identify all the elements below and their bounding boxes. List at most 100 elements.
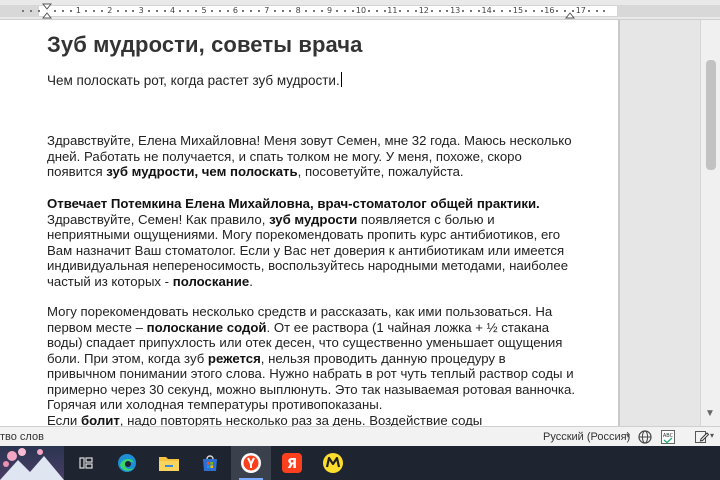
ruler-tick <box>469 10 472 12</box>
ruler-number: 3 <box>138 6 144 15</box>
horizontal-ruler[interactable]: 1 2 3 4 5 6 7 8 9 10 11 12 13 14 15 16 17 <box>0 0 720 20</box>
ruler-number: 12 <box>418 6 429 15</box>
ruler-number: 5 <box>201 6 207 15</box>
ruler-tick <box>179 10 182 12</box>
ruler-tick <box>375 10 378 12</box>
ruler-tick <box>493 10 496 12</box>
ruler-number: 6 <box>232 6 238 15</box>
chevron-down-icon[interactable]: ▾ <box>710 431 714 440</box>
edge-browser-icon <box>118 454 136 472</box>
ruler-tick <box>289 10 292 12</box>
ruler-tick <box>100 10 103 12</box>
ruler-number: 2 <box>107 6 113 15</box>
ruler-number: 14 <box>481 6 492 15</box>
ruler-tick <box>352 10 355 12</box>
document-heading: Зуб мудрости, советы врача <box>47 32 363 57</box>
spellcheck-icon[interactable]: ABC <box>660 429 676 445</box>
first-line-indent-marker[interactable] <box>42 3 52 19</box>
chevron-down-icon[interactable]: ▾ <box>626 431 630 440</box>
document-area[interactable]: Зуб мудрости, советы врача Чем полоскать… <box>0 20 700 426</box>
paragraph-question: Здравствуйте, Елена Михайловна! Меня зов… <box>47 133 577 180</box>
word-count[interactable]: тво слов <box>0 431 44 443</box>
text-run: Здравствуйте, Семен! Как правило, <box>47 211 270 227</box>
edge-browser-button[interactable] <box>107 446 147 480</box>
ruler-tick <box>93 10 96 12</box>
ruler-tick <box>501 10 504 12</box>
ruler-number: 1 <box>75 6 81 15</box>
ruler-tick <box>22 10 25 12</box>
edit-mode-icon[interactable] <box>694 429 710 445</box>
scrollbar-thumb[interactable] <box>706 60 716 170</box>
yandex-market-button[interactable] <box>313 446 353 480</box>
yandex-market-icon <box>323 453 343 473</box>
ruler-tick <box>414 10 417 12</box>
ruler-tick <box>116 10 119 12</box>
bold-text-run: зуб мудрости, чем полоскать <box>106 164 298 179</box>
ruler-number: 7 <box>264 6 270 15</box>
text-run: , посоветуйте, пожалуйста. <box>297 164 464 179</box>
ruler-tick <box>53 10 56 12</box>
document-page[interactable]: Зуб мудрости, советы врача Чем полоскать… <box>0 20 618 426</box>
ruler-right-margin <box>618 5 720 17</box>
task-view-icon <box>79 457 93 469</box>
ruler-tick <box>195 10 198 12</box>
ruler-tick <box>61 10 64 12</box>
ruler-tick <box>438 10 441 12</box>
ruler-tick <box>430 10 433 12</box>
ruler-tick <box>312 10 315 12</box>
ruler-tick <box>462 10 465 12</box>
ruler-left-margin <box>0 5 38 17</box>
ruler-tick <box>124 10 127 12</box>
start-button[interactable] <box>0 446 64 480</box>
file-explorer-button[interactable] <box>149 446 189 480</box>
ruler-tick <box>187 10 190 12</box>
ruler-tick <box>595 10 598 12</box>
ruler-tick <box>69 10 72 12</box>
right-indent-marker[interactable] <box>565 3 575 19</box>
bold-text-run: болит <box>80 412 120 427</box>
document-subheading-text: Чем полоскать рот, когда растет зуб мудр… <box>47 73 340 88</box>
language-selector[interactable]: Русский (Россия) <box>543 431 630 443</box>
yandex-button[interactable]: Я <box>272 446 312 480</box>
ruler-tick <box>218 10 221 12</box>
ruler-tick <box>273 10 276 12</box>
ruler-tick <box>367 10 370 12</box>
ruler-number: 4 <box>170 6 176 15</box>
ruler-tick <box>532 10 535 12</box>
ruler-tick <box>320 10 323 12</box>
ruler-tick <box>148 10 151 12</box>
ruler-tick <box>210 10 213 12</box>
ruler-number: 10 <box>355 6 367 15</box>
status-bar: тво слов Русский (Россия) ▾ ABC ▾ <box>0 426 720 446</box>
ruler-tick <box>226 10 229 12</box>
vertical-scrollbar[interactable]: ▼ <box>700 20 720 426</box>
ruler-tick <box>540 10 543 12</box>
task-view-button[interactable] <box>66 446 106 480</box>
ruler-tick <box>477 10 480 12</box>
microsoft-store-icon <box>203 455 217 471</box>
word-processor-window: 1 2 3 4 5 6 7 8 9 10 11 12 13 14 15 16 17 Зуб мудрости, … <box>0 0 720 480</box>
yandex-browser-icon <box>241 453 261 473</box>
yandex-icon: Я <box>282 453 302 473</box>
text-run: . <box>249 273 253 289</box>
paragraph-answer: Отвечает Потемкина Елена Михайловна, вра… <box>47 196 577 289</box>
yandex-browser-button[interactable] <box>231 446 271 480</box>
ruler-tick <box>336 10 339 12</box>
text-run: Если <box>47 412 81 427</box>
ruler-number: 16 <box>544 6 555 15</box>
ruler-tick <box>85 10 88 12</box>
ruler-tick <box>524 10 527 12</box>
ruler-tick <box>38 10 41 12</box>
page-shadow <box>618 20 620 426</box>
microsoft-store-button[interactable] <box>190 446 230 480</box>
ruler-tick <box>446 10 449 12</box>
ruler-tick <box>242 10 245 12</box>
taskbar: Я <box>0 446 720 480</box>
ruler-tick <box>556 10 559 12</box>
ruler-tick <box>305 10 308 12</box>
file-explorer-icon <box>159 457 179 471</box>
scroll-down-arrow-icon[interactable]: ▼ <box>705 408 715 419</box>
ruler-tick <box>587 10 590 12</box>
sakura-wallpaper-icon <box>0 448 64 480</box>
globe-icon[interactable] <box>637 429 653 445</box>
